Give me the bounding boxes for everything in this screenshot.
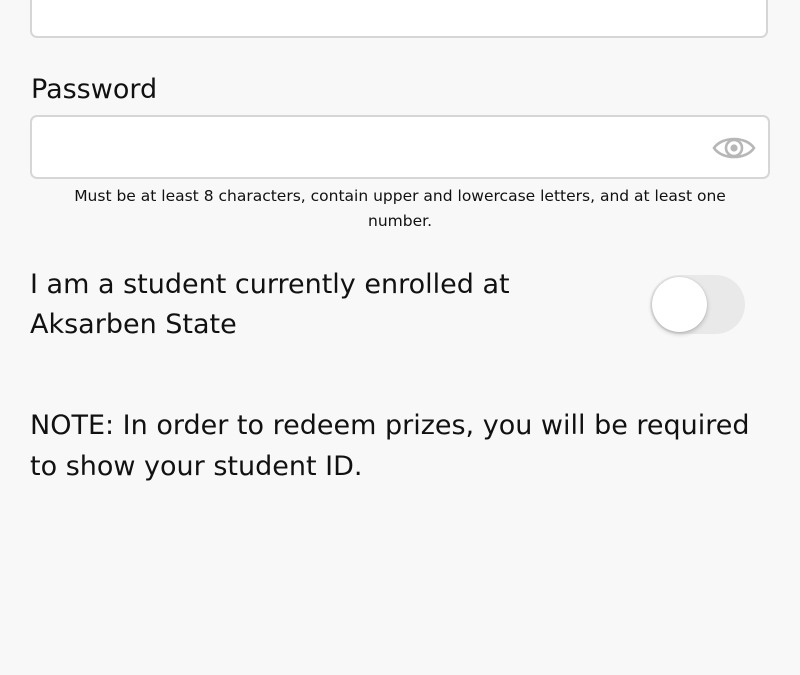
password-field[interactable]	[30, 115, 770, 179]
password-input[interactable]	[44, 127, 688, 169]
toggle-knob	[652, 277, 707, 332]
password-requirements-hint: Must be at least 8 characters, contain u…	[74, 187, 726, 230]
student-toggle-switch[interactable]	[650, 275, 745, 334]
student-toggle-label: I am a student currently enrolled at Aks…	[30, 269, 510, 340]
eye-icon	[712, 137, 756, 159]
show-password-button[interactable]	[712, 130, 756, 166]
previous-input-field[interactable]	[30, 0, 768, 38]
password-label: Password	[31, 74, 158, 105]
student-id-note: NOTE: In order to redeem prizes, you wil…	[30, 410, 750, 482]
registration-form: Password Must be at least 8 characters, …	[0, 0, 800, 675]
